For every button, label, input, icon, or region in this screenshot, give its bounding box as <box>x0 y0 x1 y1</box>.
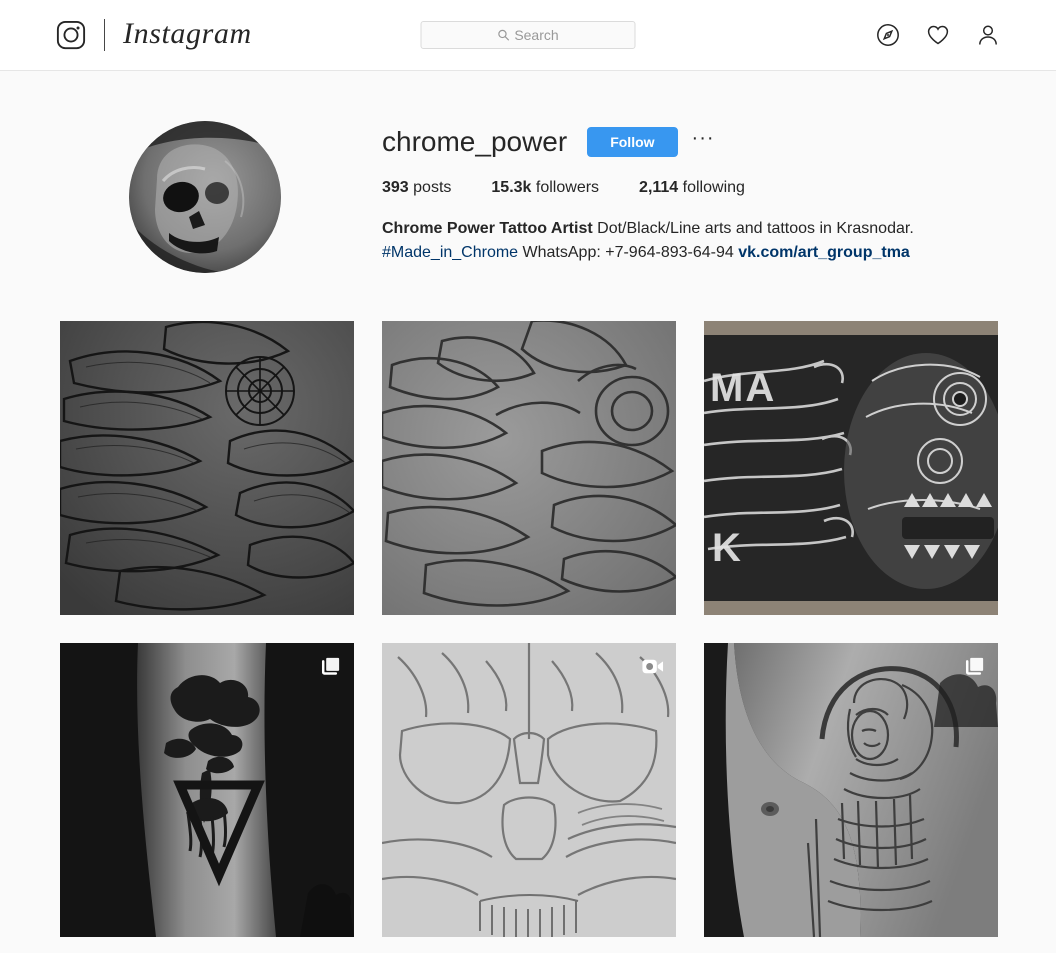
page-title: chrome_power <box>382 126 568 157</box>
nav-brand[interactable]: Instagram <box>56 18 252 52</box>
bio-full-name: Chrome Power Tattoo Artist <box>382 220 593 237</box>
avatar-column <box>129 121 382 273</box>
stat-posts[interactable]: 393 posts <box>382 179 451 197</box>
stat-followers-value: 15.3k <box>491 179 532 196</box>
post-tile[interactable]: MA K <box>704 321 998 615</box>
post-4-bonsai-forearm-tattoo <box>60 643 354 937</box>
post-grid: MA K <box>60 321 998 937</box>
username-row: chrome_power Follow ··· <box>382 126 914 157</box>
profile-bio: Chrome Power Tattoo Artist Dot/Black/Lin… <box>382 217 914 265</box>
nav-actions <box>876 23 1000 47</box>
post-tile[interactable] <box>382 321 676 615</box>
brand-divider <box>104 19 105 51</box>
follow-button[interactable]: Follow <box>587 127 678 157</box>
top-navigation-bar: Instagram Search <box>0 0 1056 71</box>
profile-person-icon[interactable] <box>976 23 1000 47</box>
post-tile[interactable] <box>704 643 998 937</box>
bio-description: Dot/Black/Line arts and tattoos in Krasn… <box>592 220 914 237</box>
post-6-athena-shoulder-tattoo <box>704 643 998 937</box>
search-container[interactable]: Search <box>420 21 636 49</box>
explore-compass-icon[interactable] <box>876 23 900 47</box>
instagram-camera-icon[interactable] <box>56 20 86 50</box>
bio-external-link[interactable]: vk.com/art_group_tma <box>738 244 910 261</box>
stat-following-label: following <box>682 179 745 196</box>
video-icon <box>641 655 664 678</box>
avatar-skull-artwork <box>129 121 281 273</box>
profile-page: chrome_power Follow ··· 393 posts 15.3k … <box>0 71 1056 937</box>
options-menu-icon[interactable]: ··· <box>692 128 715 151</box>
carousel-icon <box>319 655 342 678</box>
profile-stats: 393 posts 15.3k followers 2,114 followin… <box>382 179 914 197</box>
stat-posts-label: posts <box>413 179 452 196</box>
stat-following-value: 2,114 <box>639 179 679 196</box>
stat-followers-label: followers <box>535 179 600 196</box>
svg-text:MA: MA <box>710 366 776 410</box>
post-tile[interactable] <box>60 321 354 615</box>
stat-following[interactable]: 2,114 following <box>639 179 745 197</box>
carousel-icon <box>963 655 986 678</box>
instagram-wordmark[interactable]: Instagram <box>123 18 252 52</box>
search-input[interactable]: Search <box>420 21 636 49</box>
post-1-chrysanthemum-dark <box>60 321 354 615</box>
stat-posts-value: 393 <box>382 179 409 196</box>
bio-hashtag[interactable]: #Made_in_Chrome <box>382 244 518 261</box>
profile-header: chrome_power Follow ··· 393 posts 15.3k … <box>129 71 1056 273</box>
bio-contact: WhatsApp: +7-964-893-64-94 <box>518 244 739 261</box>
avatar[interactable] <box>129 121 281 273</box>
svg-text:K: K <box>712 526 743 570</box>
post-tile[interactable] <box>60 643 354 937</box>
stat-followers[interactable]: 15.3k followers <box>491 179 599 197</box>
post-5-pencil-skull-sketch <box>382 643 676 937</box>
profile-info: chrome_power Follow ··· 393 posts 15.3k … <box>382 121 914 273</box>
post-2-chrysanthemum-light <box>382 321 676 615</box>
search-placeholder: Search <box>514 27 559 43</box>
activity-heart-icon[interactable] <box>926 23 950 47</box>
search-icon <box>497 29 509 41</box>
post-3-chalkboard-skull: MA K <box>704 321 998 615</box>
post-tile[interactable] <box>382 643 676 937</box>
